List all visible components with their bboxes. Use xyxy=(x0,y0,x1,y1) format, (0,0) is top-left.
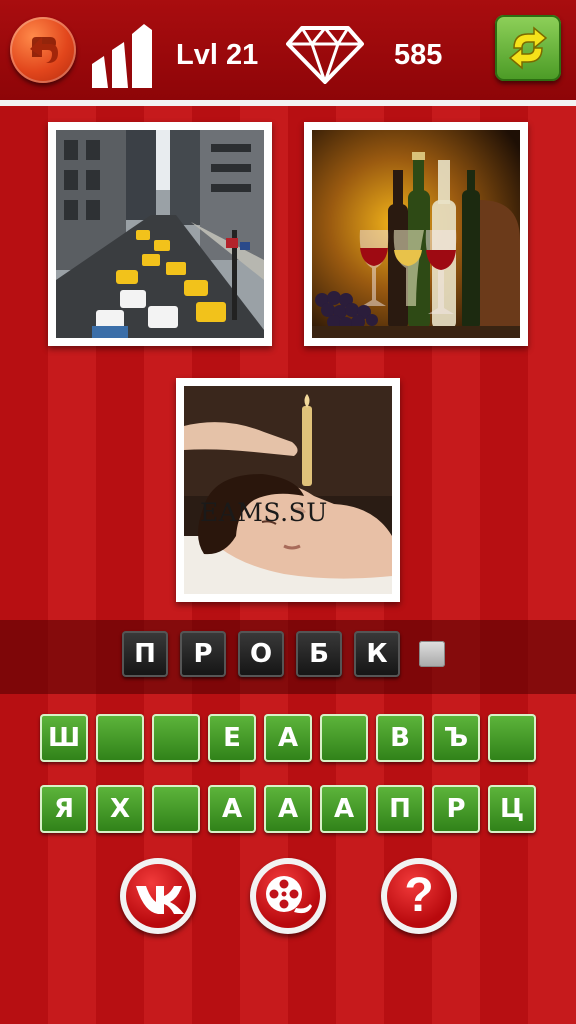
answer-letter-3[interactable]: О xyxy=(238,631,284,677)
refresh-icon xyxy=(508,26,548,70)
back-arrow-icon xyxy=(30,37,58,63)
letter-key[interactable]: Е xyxy=(208,714,256,762)
back-button[interactable] xyxy=(10,17,76,83)
letter-key-empty[interactable] xyxy=(152,785,200,833)
letter-key[interactable]: Я xyxy=(40,785,88,833)
film-reel-icon xyxy=(266,876,312,914)
help-button[interactable]: ? xyxy=(381,858,457,934)
diamond-icon xyxy=(286,26,364,84)
picture-city-street xyxy=(48,122,272,346)
letter-key-empty[interactable] xyxy=(320,714,368,762)
letter-key[interactable]: А xyxy=(264,714,312,762)
answer-letter-1[interactable]: П xyxy=(122,631,168,677)
top-bar-divider xyxy=(0,100,576,106)
vk-logo-icon xyxy=(136,886,184,914)
level-bars-icon xyxy=(92,24,152,88)
watch-video-button[interactable] xyxy=(250,858,326,934)
letter-key-empty[interactable] xyxy=(152,714,200,762)
answer-letter-2[interactable]: Р xyxy=(180,631,226,677)
letter-key[interactable]: Х xyxy=(96,785,144,833)
picture-wine-bottles xyxy=(304,122,528,346)
answer-letter-4[interactable]: Б xyxy=(296,631,342,677)
letter-key[interactable]: А xyxy=(264,785,312,833)
vk-share-button[interactable] xyxy=(120,858,196,934)
coin-count: 585 xyxy=(394,39,443,71)
letter-key-empty[interactable] xyxy=(488,714,536,762)
picture-ear-candle xyxy=(176,378,400,602)
letter-key[interactable]: Ц xyxy=(488,785,536,833)
question-mark-icon: ? xyxy=(404,869,434,922)
letter-key[interactable]: П xyxy=(376,785,424,833)
watermark-text: EAMS.SU xyxy=(200,498,328,527)
letter-key[interactable]: Ъ xyxy=(432,714,480,762)
answer-letter-5[interactable]: К xyxy=(354,631,400,677)
letter-key[interactable]: А xyxy=(320,785,368,833)
refresh-button[interactable] xyxy=(495,15,561,81)
letter-key[interactable]: А xyxy=(208,785,256,833)
letter-key[interactable]: В xyxy=(376,714,424,762)
letter-key[interactable]: Ш xyxy=(40,714,88,762)
answer-empty-slot[interactable] xyxy=(419,641,445,667)
letter-key-empty[interactable] xyxy=(96,714,144,762)
level-label: Lvl 21 xyxy=(176,39,259,71)
letter-key[interactable]: Р xyxy=(432,785,480,833)
answer-row xyxy=(0,620,576,694)
